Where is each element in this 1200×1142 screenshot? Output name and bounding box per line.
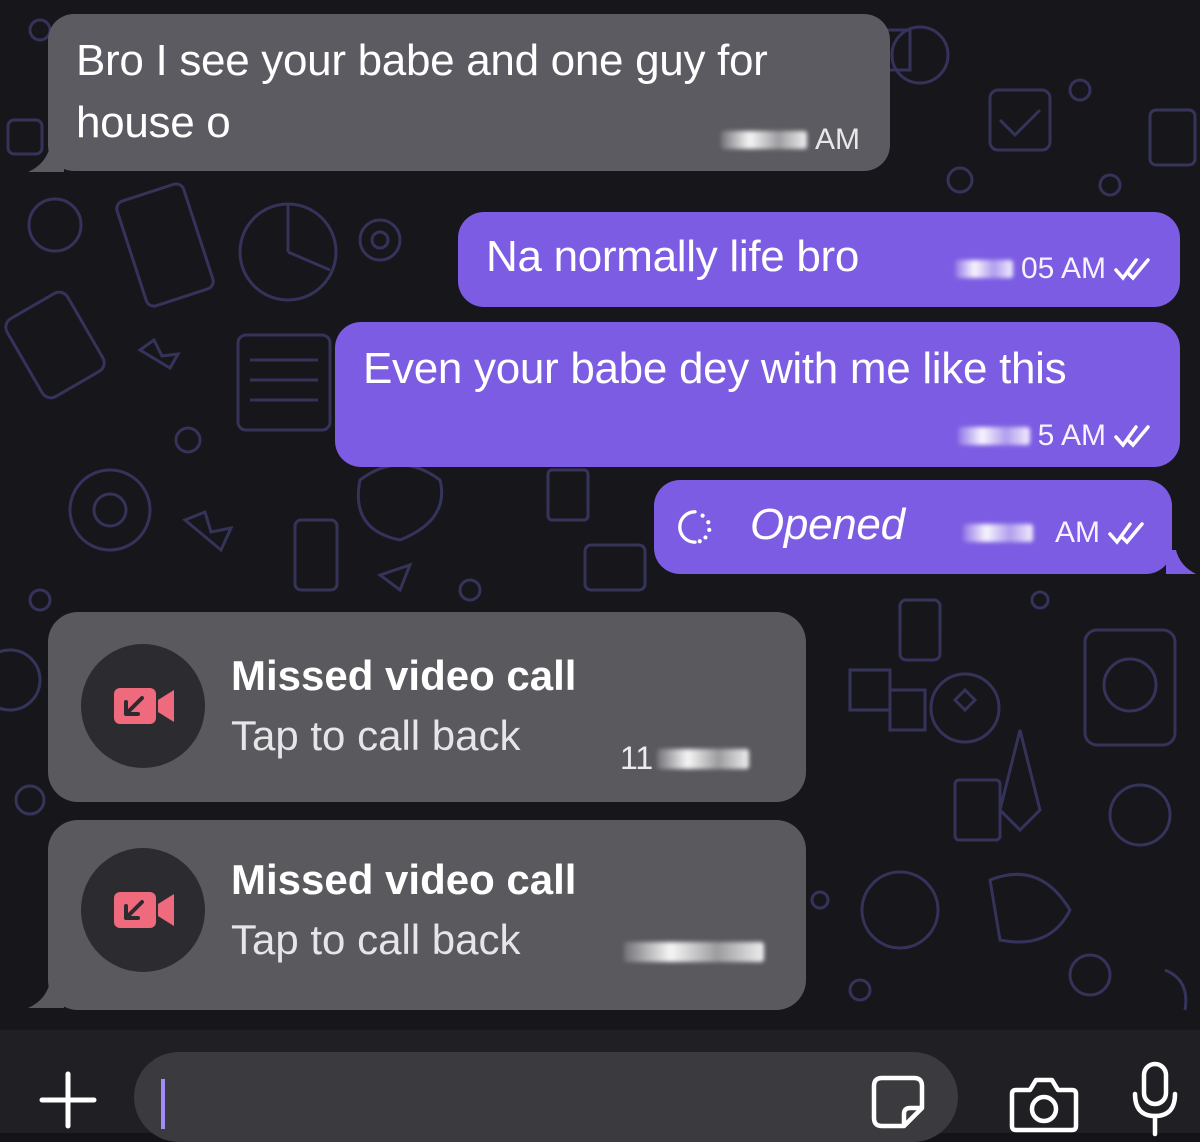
sticker-icon[interactable] [868,1072,928,1132]
outgoing-message-bubble[interactable]: Na normally life bro 05 AM [458,212,1180,307]
call-timestamp: 11 [620,740,750,777]
redacted-time [721,131,807,149]
read-ticks-icon [1114,258,1150,281]
message-timestamp: 05 AM [954,252,1152,286]
message-text: Bro I see your babe and one guy for hous… [76,36,768,147]
redacted-time [957,427,1030,445]
message-input[interactable] [134,1052,958,1142]
call-title: Missed video call [231,856,577,903]
call-back-label[interactable]: Tap to call back [231,712,521,760]
bubble-tail [1166,550,1196,574]
chat-area[interactable]: Bro I see your babe and one guy for hous… [0,0,1200,1030]
redacted-time [624,942,764,962]
view-once-icon [678,510,712,544]
message-text: Even your babe dey with me like this [363,344,1067,393]
call-back-label[interactable]: Tap to call back [231,916,521,964]
opened-label: Opened [750,500,905,549]
attach-plus-icon[interactable] [38,1070,98,1130]
camera-icon[interactable] [1008,1074,1080,1134]
bubble-tail [28,982,64,1008]
outgoing-message-bubble[interactable]: Even your babe dey with me like this 5 A… [335,322,1180,467]
missed-video-call-card[interactable]: Missed video call Tap to call back [48,820,806,1010]
composer-bar [0,1030,1200,1142]
call-title: Missed video call [231,652,577,699]
message-timestamp: AM [721,123,860,157]
read-ticks-icon [1114,425,1150,448]
call-icon-circle [81,848,205,972]
view-once-message-bubble[interactable]: Opened AM [654,480,1172,574]
call-icon-circle [81,644,205,768]
redacted-time [954,260,1013,278]
message-text: Na normally life bro [486,232,860,281]
incoming-message-bubble[interactable]: Bro I see your babe and one guy for hous… [48,14,890,171]
missed-video-call-icon [114,688,174,724]
bubble-tail [28,146,64,172]
missed-video-call-card[interactable]: Missed video call Tap to call back 11 [48,612,806,802]
redacted-time [963,524,1033,542]
missed-video-call-icon [114,892,174,928]
message-timestamp: AM [963,516,1146,550]
message-timestamp: 5 AM [957,419,1152,453]
read-ticks-icon [1108,522,1144,545]
call-timestamp [620,942,764,962]
microphone-icon[interactable] [1130,1060,1180,1140]
redacted-time [657,748,750,769]
text-caret [161,1079,165,1129]
